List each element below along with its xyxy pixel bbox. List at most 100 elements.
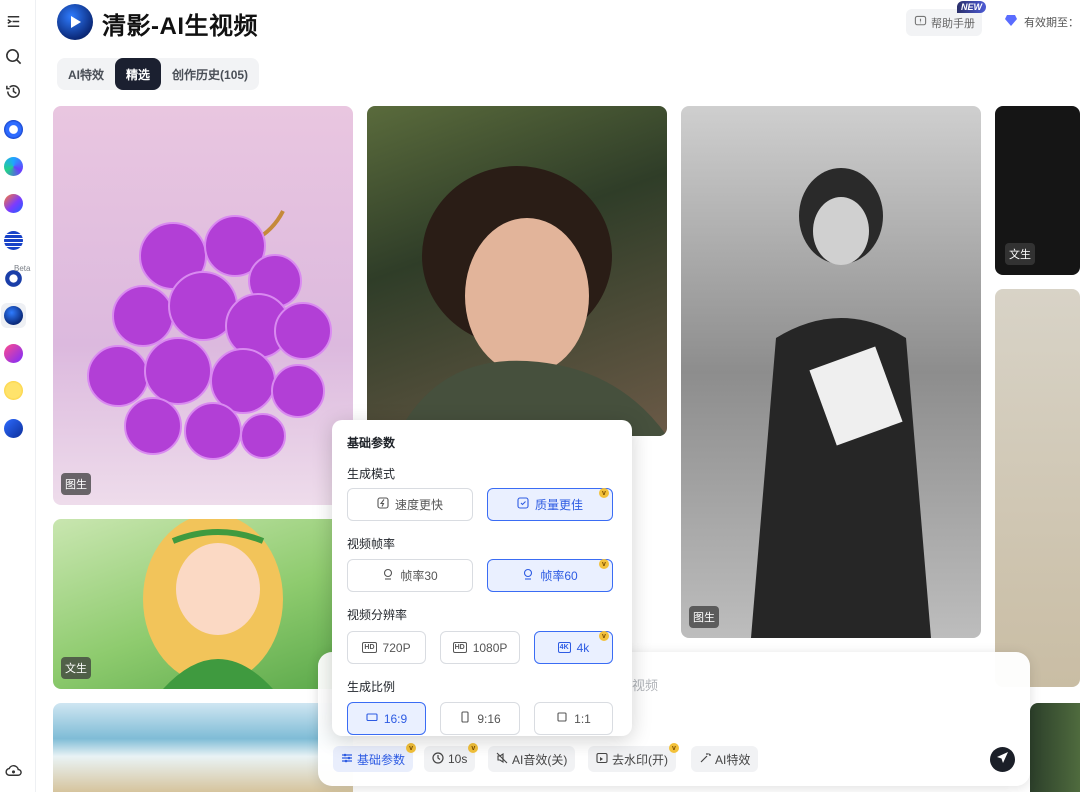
gallery-card-dark[interactable]: 文生 xyxy=(995,106,1080,275)
ratio-option-1-1[interactable]: 1:1 xyxy=(534,702,613,735)
validity-label: 有效期至： xyxy=(1024,16,1079,29)
option-label: 9:16 xyxy=(477,711,501,726)
cloud-icon[interactable] xyxy=(3,760,23,780)
bolt-icon xyxy=(377,497,389,512)
qingying-icon[interactable] xyxy=(1,303,26,328)
tab-ai-effects[interactable]: AI特效 xyxy=(57,58,115,90)
gallery-card-sand[interactable] xyxy=(995,289,1080,687)
grapes-image xyxy=(87,210,332,460)
4k-icon: 4K xyxy=(557,642,571,653)
magic-icon xyxy=(699,752,711,767)
option-label: 帧率60 xyxy=(540,569,578,583)
sound-off-icon xyxy=(496,752,508,767)
gallery-card-bw-walk[interactable]: 图生 xyxy=(681,106,981,638)
tab-featured[interactable]: 精选 xyxy=(115,58,162,90)
resolution-option-4k[interactable]: 4K 4k v xyxy=(534,631,613,664)
square-icon xyxy=(556,711,568,726)
duration-chip[interactable]: 10s v xyxy=(424,743,479,772)
ratio-option-16-9[interactable]: 16:9 xyxy=(347,702,426,735)
tab-history[interactable]: 创作历史(105) xyxy=(161,58,259,90)
app: Beta 清影-AI生视频 帮助手册 NEW 有效期至： AI特效 精选 创作历… xyxy=(0,0,1080,792)
card-tag: 图生 xyxy=(689,606,719,628)
camera-icon xyxy=(522,568,534,583)
gallery-card-portrait[interactable] xyxy=(367,106,667,436)
option-label: 720P xyxy=(382,640,411,655)
watermark-icon xyxy=(596,752,608,767)
quality-icon xyxy=(517,497,529,512)
card-tag: 文生 xyxy=(1005,243,1035,265)
vip-diamond-icon xyxy=(1004,13,1018,30)
option-label: 速度更快 xyxy=(394,498,443,512)
option-label: 质量更佳 xyxy=(534,498,583,512)
landscape-icon xyxy=(366,711,378,726)
mode-label: 生成模式 xyxy=(347,467,396,481)
gallery-card-grapes[interactable]: 图生 xyxy=(53,106,353,505)
vip-mark: v xyxy=(599,631,609,641)
help-label: 帮助手册 xyxy=(931,17,975,30)
vip-mark: v xyxy=(599,488,609,498)
help-icon xyxy=(914,15,927,31)
prompt-placeholder: 视频 xyxy=(632,678,659,693)
resolution-label: 视频分辨率 xyxy=(347,608,408,622)
vip-mark: v xyxy=(599,559,609,569)
app-face-icon[interactable] xyxy=(3,380,23,400)
app-chart-icon[interactable] xyxy=(3,418,23,438)
mode-option-fast[interactable]: 速度更快 xyxy=(347,488,473,521)
gallery-card-cartoon-girl[interactable]: 文生 xyxy=(53,519,353,689)
camera-icon xyxy=(382,568,394,583)
basic-params-chip[interactable]: 基础参数 v xyxy=(333,743,417,772)
beta-label: Beta xyxy=(14,264,31,273)
chip-label: 基础参数 xyxy=(357,752,406,767)
portrait-icon xyxy=(459,711,471,726)
ai-sound-chip[interactable]: AI音效(关) xyxy=(488,746,576,772)
ratio-option-9-16[interactable]: 9:16 xyxy=(440,702,520,735)
app-search-q-icon[interactable] xyxy=(3,156,23,176)
sliders-icon xyxy=(341,752,353,767)
app-list-icon[interactable] xyxy=(3,230,23,250)
option-label: 4k xyxy=(576,640,590,655)
hd-icon: HD xyxy=(362,642,377,653)
cartoon-girl-image xyxy=(143,519,283,689)
mode-option-quality[interactable]: 质量更佳 v xyxy=(487,488,613,521)
history-icon[interactable] xyxy=(3,81,23,101)
option-label: 1080P xyxy=(472,640,508,655)
option-label: 帧率30 xyxy=(400,569,438,583)
app-p-icon[interactable] xyxy=(3,343,23,363)
option-label: 16:9 xyxy=(383,711,408,726)
params-header: 基础参数 xyxy=(347,436,396,450)
vip-mark: v xyxy=(406,743,417,753)
validity-info[interactable]: 有效期至： xyxy=(1004,13,1079,30)
option-label: 1:1 xyxy=(574,711,591,726)
gallery-card-beach[interactable] xyxy=(53,703,353,792)
vip-mark: v xyxy=(669,743,679,753)
send-button[interactable] xyxy=(990,747,1015,772)
resolution-option-720p[interactable]: HD 720P xyxy=(347,631,426,664)
card-tag: 文生 xyxy=(61,657,91,679)
page-title: 清影-AI生视频 xyxy=(102,13,258,40)
hd-icon: HD xyxy=(452,642,467,653)
chip-label: AI特效 xyxy=(715,752,751,767)
bw-walk-image xyxy=(751,168,931,638)
fps-label: 视频帧率 xyxy=(347,537,396,551)
app-blue-ring-icon[interactable] xyxy=(3,119,23,139)
fps-option-30[interactable]: 帧率30 xyxy=(347,559,473,592)
chip-label: 去水印(开) xyxy=(612,752,668,767)
app-logo xyxy=(57,4,93,40)
chip-label: 10s xyxy=(448,752,468,766)
portrait-image xyxy=(397,166,667,436)
basic-params-popover: 基础参数 生成模式 速度更快 质量更佳 v 视频帧率 帧率30 帧率60 v 视… xyxy=(332,420,632,736)
fps-option-60[interactable]: 帧率60 v xyxy=(487,559,613,592)
chip-label: AI音效(关) xyxy=(512,752,568,767)
expand-icon[interactable] xyxy=(3,11,23,31)
help-manual-button[interactable]: 帮助手册 xyxy=(906,9,982,36)
remove-watermark-chip[interactable]: 去水印(开) v xyxy=(588,743,679,772)
resolution-option-1080p[interactable]: HD 1080P xyxy=(440,631,520,664)
ai-effects-chip[interactable]: AI特效 xyxy=(691,746,759,772)
tab-bar: AI特效 精选 创作历史(105) xyxy=(57,58,260,90)
left-rail: Beta xyxy=(0,0,36,792)
app-gradient-icon[interactable] xyxy=(3,193,23,213)
search-icon[interactable] xyxy=(3,46,23,66)
clock-icon xyxy=(432,751,444,767)
card-tag: 图生 xyxy=(61,473,91,495)
gallery-card-bookshelf[interactable] xyxy=(1030,703,1080,792)
